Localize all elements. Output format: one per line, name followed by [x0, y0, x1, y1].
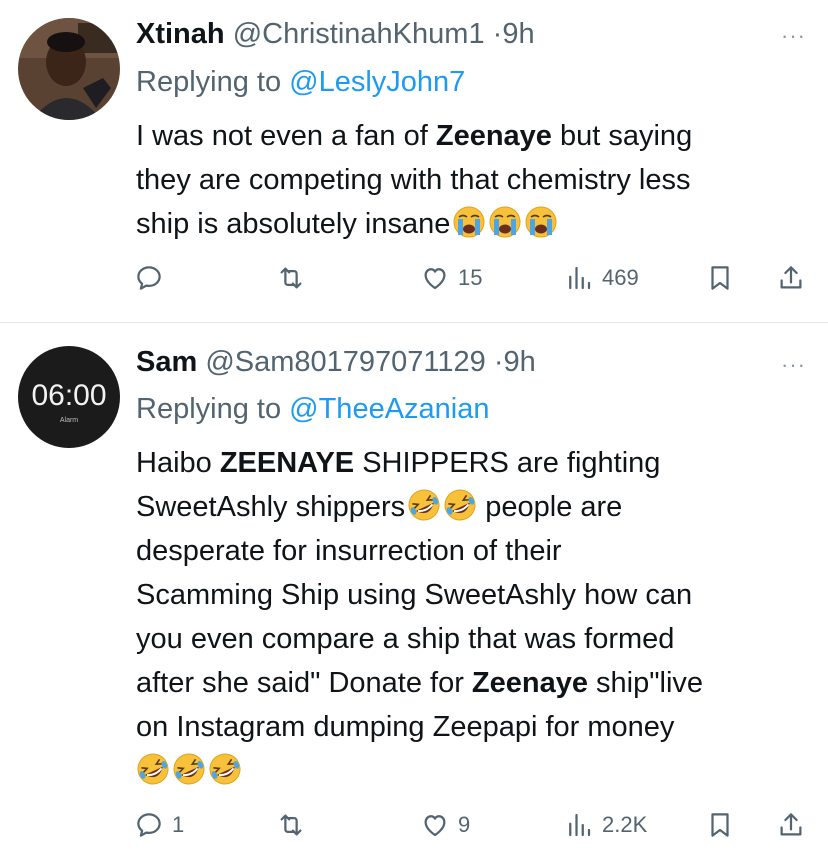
- retweet-button[interactable]: [276, 805, 314, 845]
- retweet-icon: [280, 814, 302, 836]
- tweet-header: Xtinah @ChristinahKhum1 ·9h: [136, 16, 768, 52]
- avatar[interactable]: 06:00 Alarm: [18, 346, 120, 448]
- text-segment: they are competing with that chemistry l…: [136, 164, 691, 196]
- rofl-face-icon: [208, 752, 242, 786]
- display-name[interactable]: Sam: [136, 346, 197, 378]
- display-name[interactable]: Xtinah: [136, 18, 225, 50]
- reply-button[interactable]: 1: [134, 805, 184, 845]
- text-segment: desperate for insurrection of their: [136, 535, 562, 567]
- bookmark-icon: [711, 266, 729, 290]
- reply-icon: [137, 266, 161, 290]
- rofl-face-icon: [172, 752, 206, 786]
- like-button[interactable]: 15: [420, 258, 482, 298]
- like-count: 9: [458, 812, 471, 837]
- view-count: 2.2K: [602, 812, 648, 837]
- loudly-crying-face-icon: [489, 206, 522, 238]
- text-segment: ship"live: [588, 667, 704, 699]
- retweet-button[interactable]: [276, 258, 314, 298]
- user-handle[interactable]: @ChristinahKhum1: [233, 18, 485, 50]
- rofl-face-icon: [443, 488, 478, 522]
- text-segment: after she said" Donate for: [136, 667, 472, 699]
- heart-icon: [424, 815, 446, 837]
- text-segment: ship is absolutely insane: [136, 208, 451, 240]
- reply-button[interactable]: [134, 258, 172, 298]
- tweet-header: Sam @Sam801797071129 ·9h: [136, 344, 768, 380]
- more-options-icon[interactable]: ···: [781, 354, 806, 376]
- views-chart-icon: [569, 266, 591, 290]
- reply-count: 1: [172, 812, 185, 837]
- bold-keyword: Zeenaye: [435, 120, 552, 152]
- mention-link[interactable]: @TheeAzanian: [289, 393, 489, 425]
- text-segment: you even compare a ship that was formed: [136, 623, 675, 655]
- views-button[interactable]: 2.2K: [564, 805, 647, 845]
- replying-to: Replying to @LeslyJohn7: [136, 64, 465, 100]
- share-icon: [780, 813, 802, 836]
- avatar-clock-text: 06:00: [31, 379, 107, 412]
- share-button[interactable]: [776, 805, 806, 845]
- timestamp[interactable]: 9h: [504, 346, 536, 378]
- text-segment: Haibo: [136, 447, 220, 479]
- mention-link[interactable]: @LeslyJohn7: [289, 66, 465, 98]
- text-segment: SweetAshly shippers: [136, 491, 406, 523]
- replying-to: Replying to @TheeAzanian: [136, 391, 490, 427]
- bookmark-button[interactable]: [705, 805, 735, 845]
- views-button[interactable]: 469: [564, 258, 639, 298]
- more-options-icon[interactable]: ···: [781, 25, 806, 47]
- timestamp[interactable]: 9h: [502, 18, 534, 50]
- replying-to-label: Replying to: [136, 393, 290, 425]
- loudly-crying-face-icon: [525, 206, 558, 238]
- avatar-alarm-label: Alarm: [59, 417, 79, 424]
- user-handle[interactable]: @Sam801797071129: [205, 346, 485, 378]
- text-segment: Scamming Ship using SweetAshly how can: [136, 579, 693, 611]
- tweet-text: I was not even a fan of Zeenaye but sayi…: [136, 114, 804, 246]
- share-button[interactable]: [776, 258, 806, 298]
- text-segment: people are: [477, 491, 623, 523]
- like-button[interactable]: 9: [420, 805, 470, 845]
- separator: ·: [492, 18, 503, 50]
- loudly-crying-face-icon: [453, 206, 486, 238]
- rofl-face-icon: [407, 488, 442, 522]
- bold-keyword: ZEENAYE: [219, 447, 355, 479]
- heart-icon: [424, 268, 446, 290]
- text-segment: I was not even a fan of: [136, 120, 436, 152]
- reply-icon: [137, 813, 161, 837]
- bookmark-button[interactable]: [705, 258, 735, 298]
- text-segment: on Instagram dumping Zeepapi for money: [136, 711, 675, 743]
- tweet-actions: 1 9 2.2K: [0, 805, 828, 845]
- separator: ·: [493, 346, 504, 378]
- rofl-face-icon: [136, 752, 170, 786]
- like-count: 15: [458, 265, 483, 290]
- tweet-text: Haibo ZEENAYE SHIPPERS are fighting Swee…: [136, 441, 804, 793]
- retweet-icon: [280, 267, 302, 289]
- bookmark-icon: [711, 813, 729, 837]
- tweet[interactable]: Xtinah @ChristinahKhum1 ·9h ··· Replying…: [0, 0, 828, 322]
- text-segment: SHIPPERS are fighting: [354, 447, 661, 479]
- replying-to-label: Replying to: [136, 66, 290, 98]
- bold-keyword: Zeenaye: [471, 667, 588, 699]
- share-icon: [780, 266, 802, 289]
- tweet-actions: 15 469: [0, 258, 828, 298]
- view-count: 469: [602, 265, 639, 290]
- text-segment: but saying: [551, 120, 693, 152]
- views-chart-icon: [569, 813, 591, 837]
- tweet[interactable]: 06:00 Alarm Sam @Sam801797071129 ·9h ···…: [0, 323, 828, 852]
- avatar[interactable]: [18, 18, 120, 120]
